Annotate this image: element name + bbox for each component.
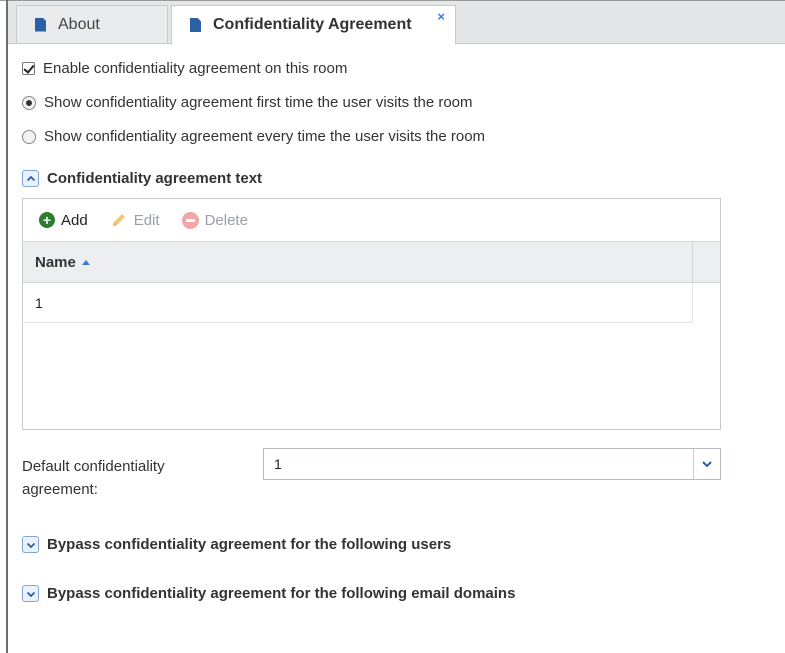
table-cell-name: 1 [35, 294, 43, 311]
edit-label: Edit [133, 211, 160, 229]
bypass-domains-section-header[interactable]: Bypass confidentiality agreement for the… [22, 585, 515, 602]
grid-toolbar: + Add Edit Delete [23, 199, 720, 241]
default-agreement-value: 1 [274, 456, 282, 472]
chevron-down-icon[interactable] [22, 536, 39, 553]
minus-circle-icon [181, 211, 199, 229]
tab-about-label: About [58, 15, 100, 33]
add-button[interactable]: + Add [39, 212, 88, 229]
delete-label: Delete [204, 211, 248, 229]
chevron-down-icon[interactable] [693, 449, 720, 479]
table-row[interactable]: 1 [23, 283, 693, 323]
document-icon [190, 18, 201, 32]
bypass-domains-title: Bypass confidentiality agreement for the… [47, 585, 516, 602]
delete-button[interactable]: Delete [181, 211, 248, 229]
agreement-text-section-title: Confidentiality agreement text [47, 170, 263, 187]
chevron-up-icon[interactable] [22, 170, 39, 187]
close-icon[interactable]: × [437, 9, 445, 24]
first-time-radio[interactable] [22, 95, 36, 110]
plus-circle-icon: + [39, 212, 55, 228]
enable-agreement-option[interactable]: Enable confidentiality agreement on this… [22, 60, 347, 77]
sort-ascending-icon [81, 259, 90, 265]
column-header-name[interactable]: Name [23, 242, 693, 282]
bypass-users-title: Bypass confidentiality agreement for the… [47, 536, 452, 553]
default-agreement-label: Default confidentiality agreement: [22, 458, 165, 498]
tab-bar: About Confidentiality Agreement × [8, 1, 785, 45]
enable-agreement-label: Enable confidentiality agreement on this… [43, 60, 348, 77]
grid-header: Name [23, 241, 720, 283]
every-time-option[interactable]: Show confidentiality agreement every tim… [22, 128, 485, 145]
tab-about[interactable]: About [16, 5, 168, 43]
agreement-grid-panel: + Add Edit Delete Name 1 [22, 198, 721, 430]
edit-button[interactable]: Edit [110, 211, 160, 229]
first-time-label: Show confidentiality agreement first tim… [44, 94, 473, 111]
tab-confidentiality-agreement-label: Confidentiality Agreement [213, 16, 412, 33]
agreement-text-section-header[interactable]: Confidentiality agreement text [22, 170, 262, 187]
every-time-radio[interactable] [22, 129, 36, 144]
chevron-down-icon[interactable] [22, 585, 39, 602]
left-border [6, 0, 8, 653]
every-time-label: Show confidentiality agreement every tim… [44, 128, 486, 145]
default-agreement-select[interactable]: 1 [263, 448, 721, 480]
enable-agreement-checkbox[interactable] [22, 62, 35, 75]
first-time-option[interactable]: Show confidentiality agreement first tim… [22, 94, 473, 111]
add-label: Add [61, 211, 88, 229]
pencil-icon [112, 214, 125, 226]
tab-confidentiality-agreement[interactable]: Confidentiality Agreement × [171, 5, 456, 45]
bypass-users-section-header[interactable]: Bypass confidentiality agreement for the… [22, 536, 451, 553]
document-icon [35, 17, 46, 32]
column-header-name-label: Name [35, 253, 76, 271]
